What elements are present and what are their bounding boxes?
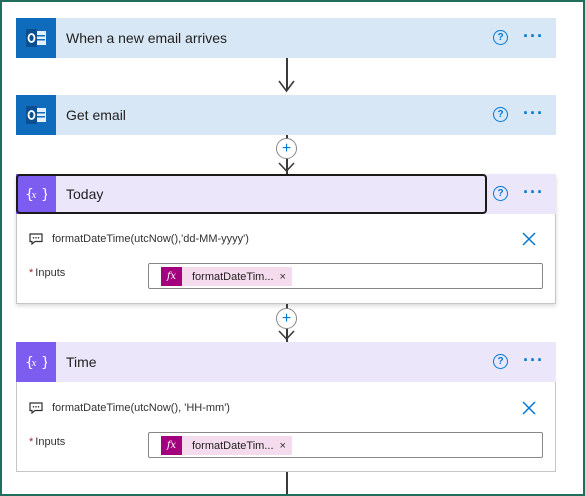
get-email-header[interactable]: Get email ? ··· — [16, 95, 556, 135]
today-card[interactable]: { } x Today ? ··· formatDateTime(utcNow(… — [16, 174, 556, 304]
more-options-icon[interactable]: ··· — [523, 350, 544, 371]
more-options-icon[interactable]: ··· — [523, 26, 544, 47]
function-icon: fx — [161, 436, 182, 455]
time-header[interactable]: { } x Time ? ··· — [16, 342, 556, 382]
required-mark: * — [29, 436, 34, 448]
token-label: formatDateTim... — [192, 270, 274, 283]
comment-text: formatDateTime(utcNow(),'dd-MM-yyyy') — [52, 233, 249, 245]
function-icon: fx — [161, 267, 182, 286]
comment-icon — [29, 402, 43, 414]
insert-step-button[interactable]: + — [276, 138, 297, 159]
comment-text: formatDateTime(utcNow(), 'HH-mm') — [52, 402, 230, 414]
inputs-label-text: Inputs — [35, 267, 66, 279]
variable-icon: { } x — [16, 342, 56, 382]
more-options-icon[interactable]: ··· — [523, 103, 544, 124]
arrow-down-icon — [278, 80, 295, 93]
expression-token[interactable]: fx formatDateTim... × — [161, 267, 292, 286]
token-label: formatDateTim... — [192, 439, 274, 452]
help-icon[interactable]: ? — [493, 354, 508, 369]
inputs-field[interactable]: fx formatDateTim... × — [148, 432, 543, 458]
today-title[interactable]: Today — [66, 186, 103, 202]
trigger-title: When a new email arrives — [66, 30, 228, 46]
close-icon[interactable] — [521, 231, 537, 247]
inputs-label-text: Inputs — [35, 436, 66, 448]
required-mark: * — [29, 267, 34, 279]
time-title[interactable]: Time — [66, 354, 97, 370]
help-icon[interactable]: ? — [493, 30, 508, 45]
outlook-icon — [16, 18, 56, 58]
inputs-label: * Inputs — [29, 436, 65, 448]
connector-line — [286, 472, 288, 494]
svg-text:x: x — [32, 359, 37, 369]
close-icon[interactable] — [521, 400, 537, 416]
insert-step-button[interactable]: + — [276, 308, 297, 329]
get-email-card[interactable]: Get email ? ··· — [16, 95, 556, 135]
outlook-icon — [16, 95, 56, 135]
help-icon[interactable]: ? — [493, 186, 508, 201]
more-options-icon[interactable]: ··· — [523, 182, 544, 203]
comment-row[interactable]: formatDateTime(utcNow(),'dd-MM-yyyy') — [29, 233, 249, 245]
help-icon[interactable]: ? — [493, 107, 508, 122]
get-email-title: Get email — [66, 107, 126, 123]
arrow-down-icon — [278, 330, 295, 341]
trigger-header[interactable]: When a new email arrives ? ··· — [16, 18, 556, 58]
svg-text:}: } — [41, 355, 47, 370]
today-header[interactable]: { } x Today ? ··· — [16, 174, 556, 214]
trigger-card[interactable]: When a new email arrives ? ··· — [16, 18, 556, 58]
remove-token-icon[interactable]: × — [280, 440, 292, 452]
inputs-field[interactable]: fx formatDateTim... × — [148, 263, 543, 289]
comment-row[interactable]: formatDateTime(utcNow(), 'HH-mm') — [29, 402, 230, 414]
comment-icon — [29, 233, 43, 245]
remove-token-icon[interactable]: × — [280, 271, 292, 283]
expression-token[interactable]: fx formatDateTim... × — [161, 436, 292, 455]
arrow-down-icon — [278, 162, 295, 173]
time-card[interactable]: { } x Time ? ··· formatDateTime(utcNow()… — [16, 342, 556, 472]
inputs-label: * Inputs — [29, 267, 65, 279]
